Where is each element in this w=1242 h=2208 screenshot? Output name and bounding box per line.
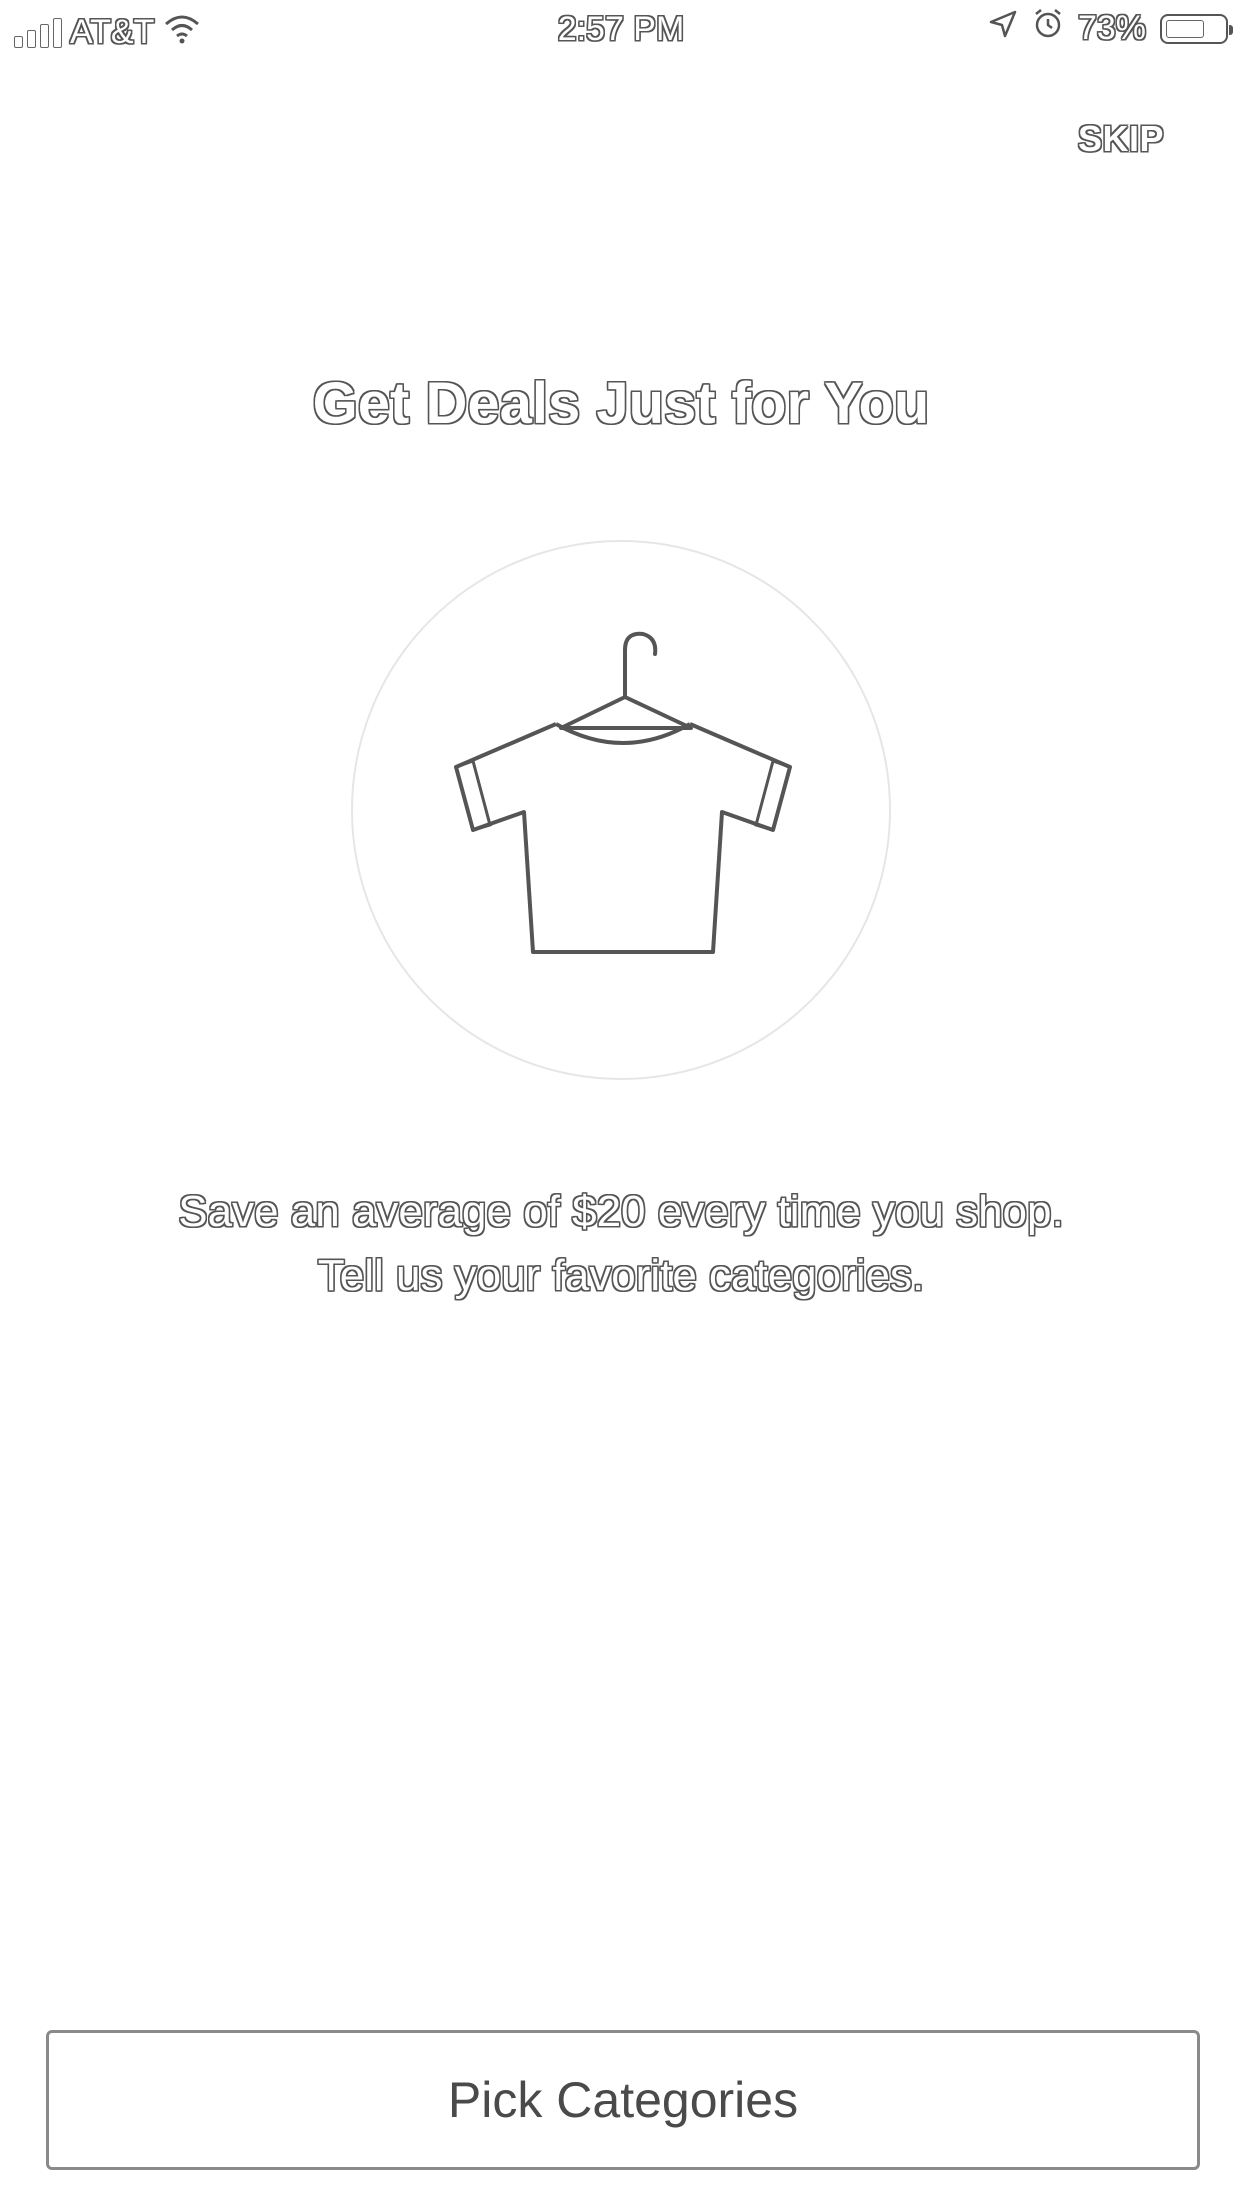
subtitle-line-2: Tell us your favorite categories. (317, 1251, 925, 1300)
pick-categories-button[interactable]: Pick Categories (46, 2030, 1200, 2170)
subtitle-line-1: Save an average of $20 every time you sh… (178, 1187, 1064, 1236)
alarm-icon (1032, 8, 1064, 49)
status-right: 73% (988, 8, 1233, 49)
battery-icon (1160, 13, 1233, 44)
illustration-circle (351, 540, 891, 1080)
shirt-on-hanger-icon (454, 631, 792, 954)
skip-button[interactable]: SKIP (1078, 118, 1164, 160)
battery-level (1166, 19, 1204, 38)
battery-percent: 73% (1077, 9, 1146, 47)
pick-categories-label: Pick Categories (447, 2072, 799, 2128)
subtitle: Save an average of $20 every time you sh… (0, 1180, 1242, 1308)
status-bar: AT&T 2:57 PM 73% (0, 0, 1242, 60)
page-title: Get Deals Just for You (312, 371, 930, 436)
location-icon (988, 9, 1018, 48)
